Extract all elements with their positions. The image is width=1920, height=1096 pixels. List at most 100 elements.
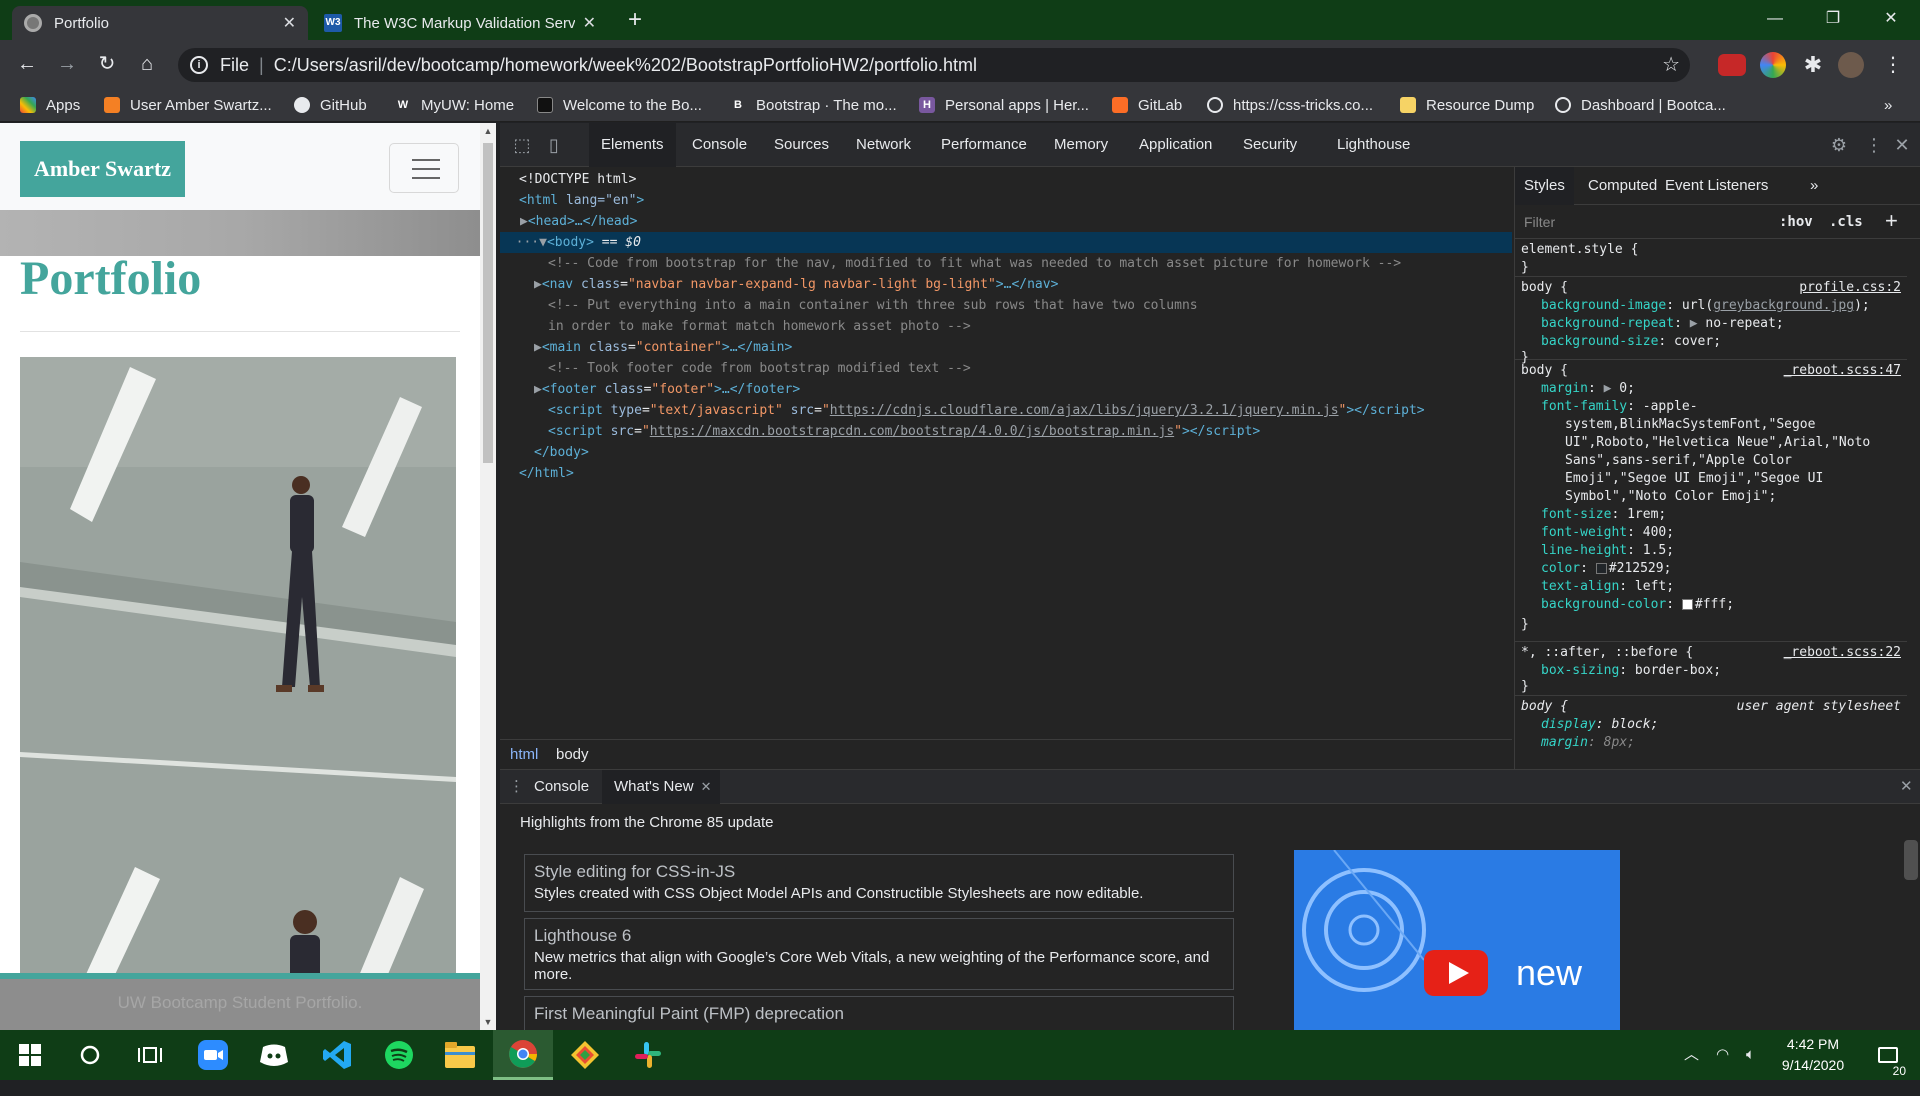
dom-html-close[interactable]: </html>	[519, 463, 1512, 484]
bookmark-stackoverflow[interactable]: User Amber Swartz...	[104, 94, 272, 116]
breadcrumb-html[interactable]: html	[510, 746, 538, 763]
bookmark-resource-dump[interactable]: Resource Dump	[1400, 94, 1534, 116]
bookmark-myuw[interactable]: W MyUW: Home	[395, 94, 514, 116]
system-clock[interactable]: 4:42 PM 9/14/2020	[1760, 1034, 1866, 1076]
discord-icon[interactable]	[244, 1030, 304, 1080]
rule-universal-box-sizing[interactable]: *, ::after, ::before { _reboot.scss:22 b…	[1515, 642, 1907, 696]
drawer-tab-whats-new[interactable]: What's New ✕	[602, 770, 720, 804]
vscode-icon[interactable]	[307, 1030, 367, 1080]
drawer-tab-console[interactable]: Console	[522, 770, 601, 804]
dom-html[interactable]: <html lang="en">	[519, 190, 1512, 211]
declaration[interactable]: line-height: 1.5;	[1541, 542, 1674, 560]
dom-comment[interactable]: <!-- Code from bootstrap for the nav, mo…	[548, 253, 1512, 274]
filter-input[interactable]: Filter	[1524, 214, 1555, 230]
close-tab-icon[interactable]: ✕	[583, 13, 596, 33]
color-picker-extension-icon[interactable]	[1760, 52, 1786, 78]
close-tab-icon[interactable]: ✕	[283, 13, 296, 33]
tab-event-listeners[interactable]: Event Listeners	[1656, 167, 1777, 205]
dom-head[interactable]: ▶<head>…</head>	[520, 211, 1512, 232]
collapse-arrow-icon[interactable]: ▼	[539, 235, 547, 250]
dom-comment[interactable]: <!-- Put everything into a main containe…	[548, 295, 1512, 316]
bookmark-dashboard[interactable]: Dashboard | Bootca...	[1555, 94, 1726, 116]
volume-icon[interactable]: 🔈︎	[1746, 1030, 1755, 1080]
dom-comment[interactable]: <!-- Took footer code from bootstrap mod…	[548, 358, 1512, 379]
file-explorer-icon[interactable]	[430, 1030, 490, 1080]
dom-doctype[interactable]: <!DOCTYPE html>	[519, 169, 1512, 190]
bookmark-apps[interactable]: Apps	[20, 94, 80, 116]
script-src-link[interactable]: https://cdnjs.cloudflare.com/ajax/libs/j…	[830, 403, 1339, 418]
device-toolbar-icon[interactable]: ▯	[544, 135, 564, 155]
restore-button[interactable]: ❐	[1804, 0, 1862, 40]
devtools-menu-icon[interactable]: ⋮	[1864, 135, 1884, 155]
new-tab-button[interactable]: +	[620, 6, 650, 36]
show-hidden-icons-chevron-icon[interactable]: ︿	[1684, 1030, 1699, 1080]
declaration[interactable]: text-align: left;	[1541, 578, 1674, 596]
dom-script-jquery[interactable]: <script type="text/javascript" src="http…	[548, 400, 1512, 421]
tab-computed[interactable]: Computed	[1579, 167, 1666, 205]
script-src-link[interactable]: https://maxcdn.bootstrapcdn.com/bootstra…	[650, 424, 1174, 439]
tab-sources[interactable]: Sources	[762, 123, 841, 167]
breadcrumb-body[interactable]: body	[556, 746, 589, 763]
color-swatch[interactable]	[1595, 563, 1607, 574]
declaration[interactable]: background-color: #fff;	[1541, 596, 1734, 614]
page-scrollbar[interactable]: ▲ ▼	[480, 123, 496, 1030]
dom-nav[interactable]: ▶<nav class="navbar navbar-expand-lg nav…	[534, 274, 1512, 295]
tab-portfolio[interactable]: Portfolio ✕	[12, 6, 308, 40]
bookmark-bootstrap[interactable]: B Bootstrap · The mo...	[730, 94, 897, 116]
declaration[interactable]: background-size: cover;	[1541, 333, 1721, 351]
rule-body-user-agent[interactable]: body { user agent stylesheet display: bl…	[1515, 696, 1907, 769]
back-button[interactable]: ←	[11, 48, 43, 80]
navbar-brand[interactable]: Amber Swartz	[20, 141, 185, 197]
expand-arrow-icon[interactable]: ▶	[534, 277, 542, 292]
tab-security[interactable]: Security	[1231, 123, 1309, 167]
source-link[interactable]: profile.css:2	[1799, 279, 1901, 297]
inspect-element-icon[interactable]: ⬚	[512, 135, 532, 155]
hov-toggle[interactable]: :hov	[1779, 214, 1813, 230]
profile-avatar[interactable]	[1838, 52, 1864, 78]
spotify-icon[interactable]	[369, 1030, 429, 1080]
declaration[interactable]: margin: ▶ 0;	[1541, 380, 1635, 398]
tab-elements[interactable]: Elements	[589, 123, 676, 167]
rule-body-reboot[interactable]: body { _reboot.scss:47 margin: ▶ 0; font…	[1515, 360, 1907, 642]
task-view-icon[interactable]	[120, 1030, 180, 1080]
chrome-icon[interactable]	[493, 1030, 553, 1080]
declaration[interactable]: font-size: 1rem;	[1541, 506, 1666, 524]
dom-body-close[interactable]: </body>	[534, 442, 1512, 463]
scroll-up-arrow-icon[interactable]: ▲	[480, 123, 496, 139]
portfolio-photo[interactable]	[20, 357, 456, 1030]
color-swatch[interactable]	[1681, 599, 1693, 610]
declaration[interactable]: margin: 8px;	[1541, 734, 1635, 752]
tab-lighthouse[interactable]: Lighthouse	[1325, 123, 1422, 167]
whats-new-card[interactable]: Style editing for CSS-in-JS Styles creat…	[524, 854, 1234, 912]
declaration[interactable]: box-sizing: border-box;	[1541, 662, 1721, 680]
new-rule-plus-icon[interactable]: +	[1885, 208, 1898, 234]
bookmark-bootcamp-welcome[interactable]: Welcome to the Bo...	[537, 94, 702, 116]
bookmark-heroku[interactable]: H Personal apps | Her...	[919, 94, 1089, 116]
drawer-scrollbar[interactable]	[1904, 840, 1918, 880]
wifi-icon[interactable]: ◠	[1716, 1030, 1729, 1080]
cortana-search-icon[interactable]	[60, 1030, 120, 1080]
more-tabs-icon[interactable]: »	[1801, 167, 1827, 205]
chrome-85-video-thumbnail[interactable]: new	[1294, 850, 1620, 1031]
more-dots-icon[interactable]: ···	[516, 235, 539, 250]
navbar-toggler-button[interactable]	[389, 143, 459, 193]
tab-w3c-validator[interactable]: W3 The W3C Markup Validation Serv ✕	[312, 6, 608, 40]
declaration[interactable]: background-image: url(greybackground.jpg…	[1541, 297, 1870, 315]
zoom-icon[interactable]	[183, 1030, 243, 1080]
source-link[interactable]: _reboot.scss:47	[1784, 362, 1901, 380]
expand-arrow-icon[interactable]: ▶	[534, 382, 542, 397]
screen-recorder-extension-icon[interactable]	[1718, 54, 1746, 76]
tab-styles[interactable]: Styles	[1515, 167, 1574, 205]
dom-footer[interactable]: ▶<footer class="footer">…</footer>	[534, 379, 1512, 400]
address-bar[interactable]: i File | C:/Users/asril/dev/bootcamp/hom…	[178, 48, 1690, 82]
cls-toggle[interactable]: .cls	[1829, 214, 1863, 230]
bookmark-star-icon[interactable]: ☆	[1662, 52, 1680, 77]
declaration[interactable]: font-family: -apple-	[1541, 398, 1698, 416]
slack-icon[interactable]	[618, 1030, 678, 1080]
declaration[interactable]: display: block;	[1541, 716, 1658, 734]
windows-start-icon[interactable]	[0, 1030, 60, 1080]
dom-script-bootstrap[interactable]: <script src="https://maxcdn.bootstrapcdn…	[548, 421, 1512, 442]
rule-element-style[interactable]: element.style { }	[1515, 239, 1907, 277]
settings-gear-icon[interactable]: ⚙	[1829, 135, 1849, 155]
dom-main[interactable]: ▶<main class="container">…</main>	[534, 337, 1512, 358]
